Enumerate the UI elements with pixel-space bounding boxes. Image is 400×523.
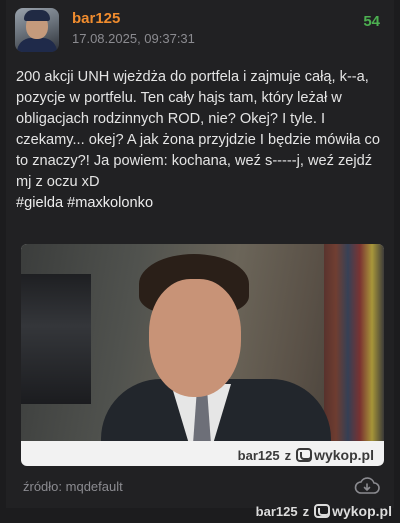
wykop-logo-icon <box>296 448 313 462</box>
post-text: 200 akcji UNH wjeżdża do portfela i zajm… <box>16 69 380 190</box>
tag-list: #gielda #maxkolonko <box>16 193 388 214</box>
media-image[interactable] <box>21 244 384 441</box>
avatar-cap <box>24 10 50 21</box>
photo-face <box>149 279 241 397</box>
post-date: 17.08.2025, 09:37:31 <box>72 31 195 46</box>
cloud-download-icon[interactable] <box>354 477 380 495</box>
avatar[interactable] <box>15 8 59 52</box>
footer-bar: bar125 z wykop.pl <box>0 503 400 523</box>
photo-bookshelf <box>324 244 384 441</box>
media-source: źródło: mqdefault <box>23 479 123 494</box>
watermark-sep: z <box>284 447 292 463</box>
photo-equipment <box>21 274 91 404</box>
watermark-user: bar125 <box>237 447 280 463</box>
watermark-user: bar125 <box>255 503 298 519</box>
watermark-sep: z <box>302 503 310 519</box>
media-watermark: bar125 z wykop.pl <box>238 447 374 463</box>
post-card: bar125 17.08.2025, 09:37:31 54 200 akcji… <box>6 0 394 508</box>
footer-watermark: bar125 z wykop.pl <box>256 503 392 519</box>
vote-count[interactable]: 54 <box>363 13 380 30</box>
avatar-body <box>17 38 57 52</box>
author-username[interactable]: bar125 <box>72 10 120 27</box>
post-content: 200 akcji UNH wjeżdża do portfela i zajm… <box>16 67 388 214</box>
tag-link[interactable]: #gielda <box>16 195 63 211</box>
watermark-site: wykop.pl <box>332 503 392 519</box>
tag-link[interactable]: #maxkolonko <box>67 195 153 211</box>
post-header: bar125 17.08.2025, 09:37:31 54 <box>6 0 394 60</box>
wykop-logo-icon <box>314 504 331 518</box>
watermark-site: wykop.pl <box>314 447 374 463</box>
post-media[interactable]: bar125 z wykop.pl <box>21 244 384 466</box>
